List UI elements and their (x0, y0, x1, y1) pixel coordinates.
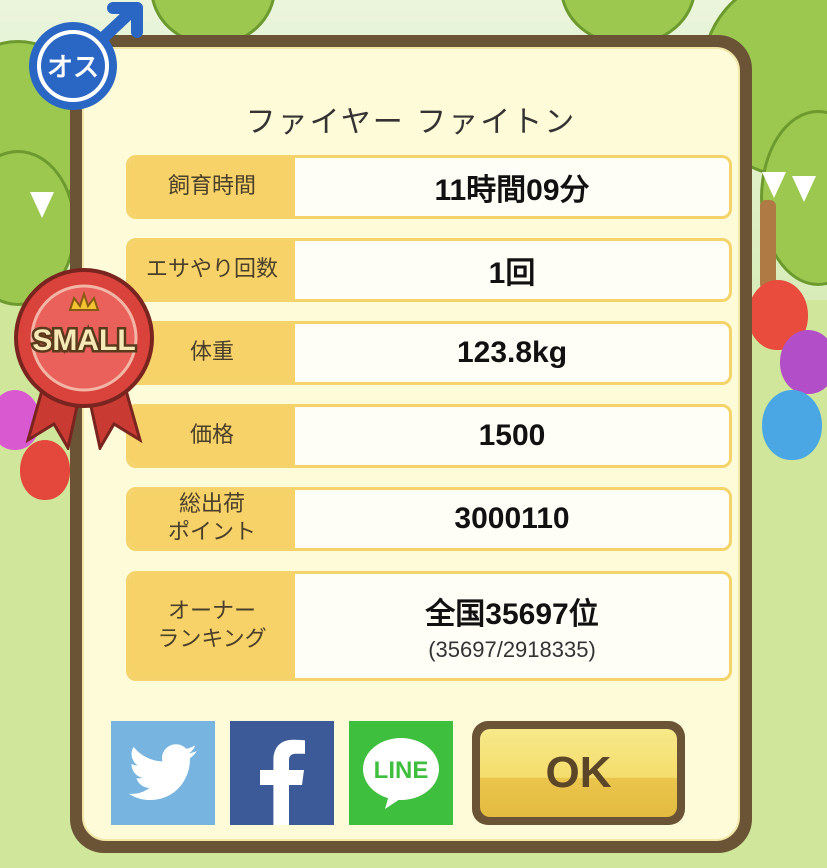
stat-label: 飼育時間 (129, 158, 295, 216)
ranking-detail: (35697/2918335) (428, 637, 596, 662)
ok-button-label: OK (480, 729, 677, 817)
twitter-bird-icon (128, 744, 197, 800)
stat-row-shipping-points: 総出荷 ポイント 3000110 (126, 487, 732, 551)
facebook-f-icon (260, 739, 305, 825)
twitter-share-button[interactable] (111, 721, 215, 825)
pennant-flag (792, 176, 816, 202)
tree-trunk (760, 200, 776, 290)
stat-value-text: 1500 (478, 419, 546, 452)
stat-value-text: 1回 (488, 257, 536, 290)
stat-value: 3000110 (295, 490, 729, 548)
line-label: LINE (374, 757, 429, 784)
ribbon-rosette: SMALL (14, 268, 154, 453)
balloon (762, 390, 822, 460)
stat-value-text: 11時間09分 (434, 174, 590, 207)
pet-name-title: ファイヤー ファイトン (245, 105, 577, 140)
stat-value-text: 123.8kg (456, 336, 568, 369)
gender-badge: オス (27, 0, 151, 112)
stat-row-weight: 体重 123.8kg (126, 321, 732, 385)
stat-row-breeding-time: 飼育時間 11時間09分 (126, 155, 732, 219)
pet-info-dialog: ファイヤー ファイトン 飼育時間 11時間09分 エサやり回数 1回 体重 12… (70, 35, 752, 853)
stat-row-feed-count: エサやり回数 1回 (126, 238, 732, 302)
stat-value: 1回 (295, 241, 729, 299)
size-ribbon-badge: SMALL (10, 262, 158, 453)
stat-label: オーナー ランキング (129, 574, 295, 678)
line-chat-icon: LINE (363, 738, 439, 809)
size-ribbon-label: SMALL (32, 324, 135, 357)
line-share-button[interactable]: LINE (349, 721, 453, 825)
stat-value: 1500 (295, 407, 729, 465)
male-symbol-icon: オス (29, 2, 143, 110)
pennant-flag (762, 172, 786, 198)
stat-row-owner-ranking: オーナー ランキング 全国35697位 (35697/2918335) (126, 571, 732, 681)
dialog-body: ファイヤー ファイトン 飼育時間 11時間09分 エサやり回数 1回 体重 12… (82, 47, 740, 841)
gender-label: オス (47, 53, 99, 83)
ranking-value: 全国35697位 (425, 598, 599, 631)
pennant-flag (30, 192, 54, 218)
stat-label: 総出荷 ポイント (129, 490, 295, 548)
stat-value: 全国35697位 (35697/2918335) (295, 574, 729, 678)
stat-value: 11時間09分 (295, 158, 729, 216)
stat-value: 123.8kg (295, 324, 729, 382)
facebook-share-button[interactable] (230, 721, 334, 825)
ok-button[interactable]: OK (472, 721, 685, 825)
stat-value-text: 3000110 (454, 502, 570, 535)
stat-row-price: 価格 1500 (126, 404, 732, 468)
balloon (780, 330, 827, 394)
